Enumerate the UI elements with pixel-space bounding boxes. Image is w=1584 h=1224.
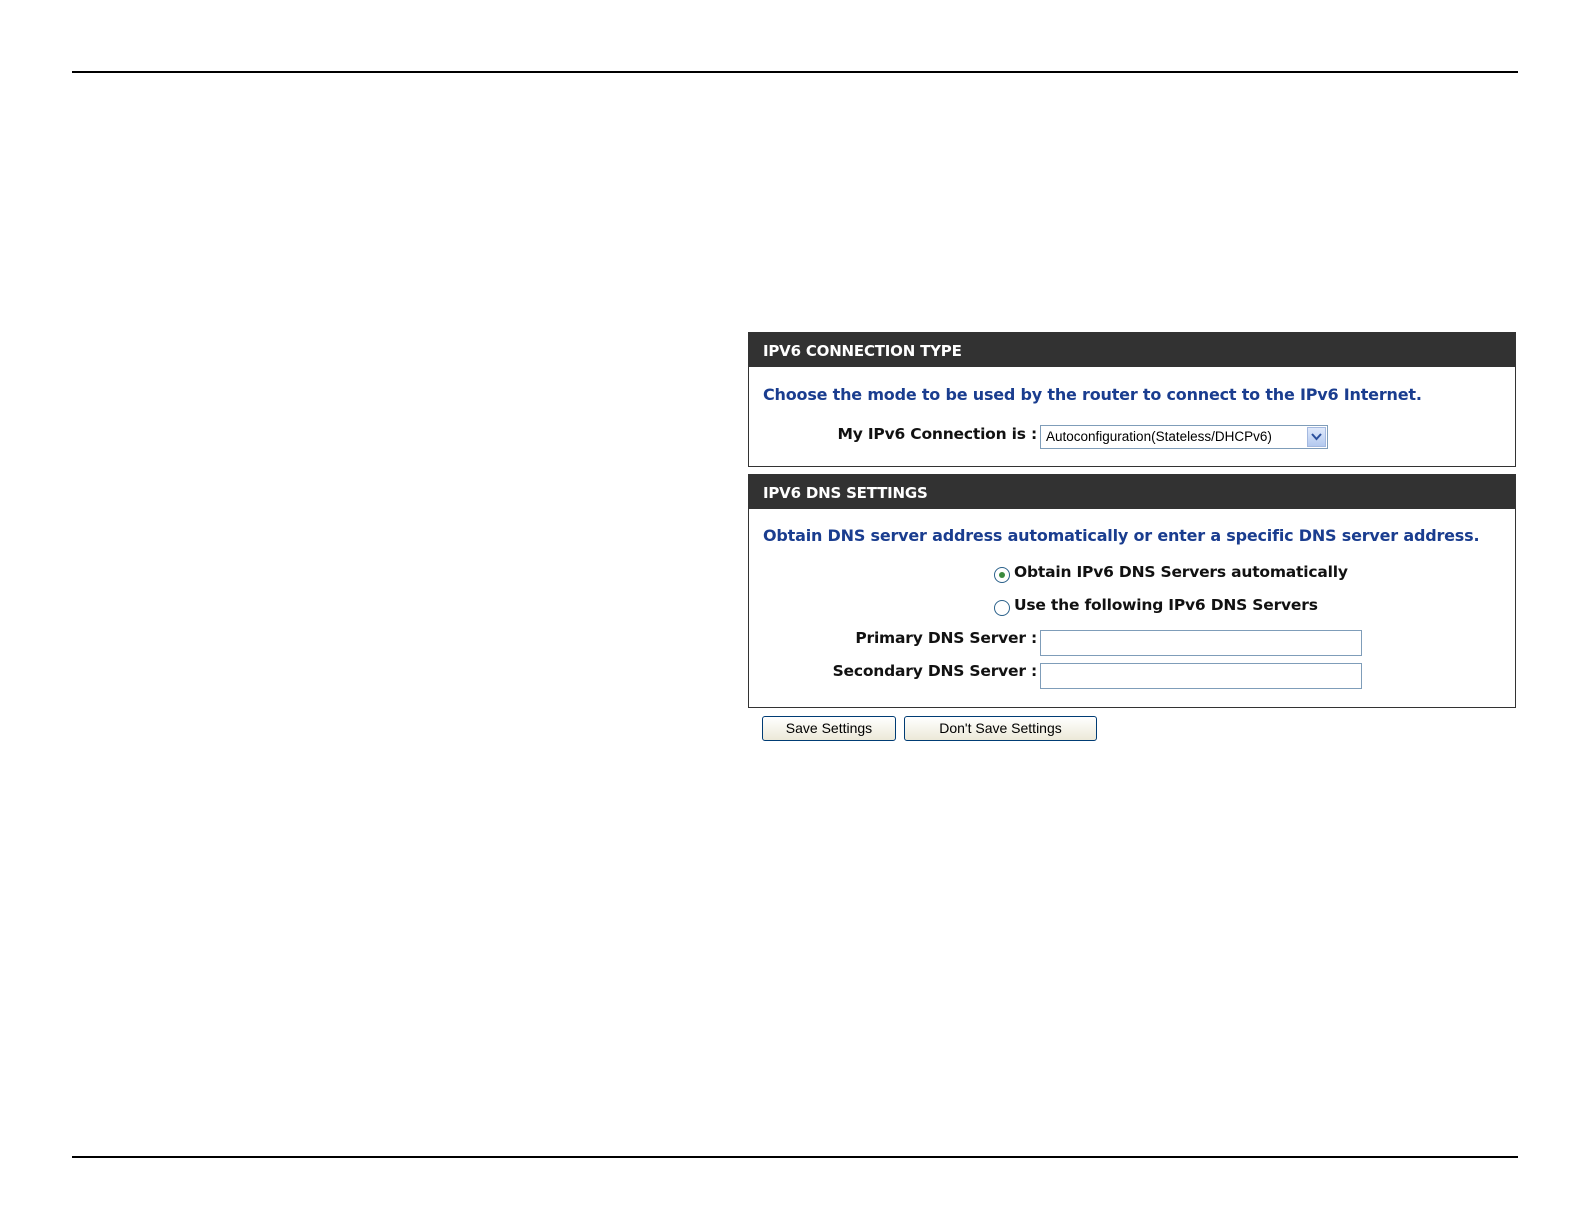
top-divider — [72, 71, 1518, 73]
save-settings-button[interactable]: Save Settings — [762, 716, 896, 741]
radio-obtain-auto[interactable]: Obtain IPv6 DNS Servers automatically — [994, 561, 1348, 583]
radio-label: Use the following IPv6 DNS Servers — [1014, 596, 1318, 614]
primary-dns-input[interactable] — [1040, 630, 1362, 656]
radio-button[interactable] — [994, 600, 1010, 616]
connection-label: My IPv6 Connection is : — [837, 425, 1038, 443]
secondary-dns-label: Secondary DNS Server : — [832, 662, 1038, 680]
ipv6-connection-type-panel: IPV6 CONNECTION TYPE Choose the mode to … — [748, 332, 1516, 467]
radio-dot-icon — [999, 572, 1005, 578]
section-intro: Obtain DNS server address automatically … — [763, 526, 1480, 545]
chevron-down-icon[interactable] — [1307, 427, 1326, 447]
primary-dns-label: Primary DNS Server : — [855, 629, 1037, 647]
bottom-divider — [72, 1156, 1518, 1158]
radio-button-checked[interactable] — [994, 567, 1010, 583]
section-header: IPV6 DNS SETTINGS — [749, 475, 1515, 509]
radio-use-following[interactable]: Use the following IPv6 DNS Servers — [994, 594, 1318, 616]
section-header: IPV6 CONNECTION TYPE — [749, 333, 1515, 367]
connection-type-select[interactable]: Autoconfiguration(Stateless/DHCPv6) — [1040, 425, 1328, 449]
ipv6-dns-settings-panel: IPV6 DNS SETTINGS Obtain DNS server addr… — [748, 474, 1516, 708]
section-intro: Choose the mode to be used by the router… — [763, 385, 1422, 404]
dont-save-settings-button[interactable]: Don't Save Settings — [904, 716, 1097, 741]
select-value: Autoconfiguration(Stateless/DHCPv6) — [1046, 429, 1272, 444]
radio-label: Obtain IPv6 DNS Servers automatically — [1014, 563, 1348, 581]
secondary-dns-input[interactable] — [1040, 663, 1362, 689]
